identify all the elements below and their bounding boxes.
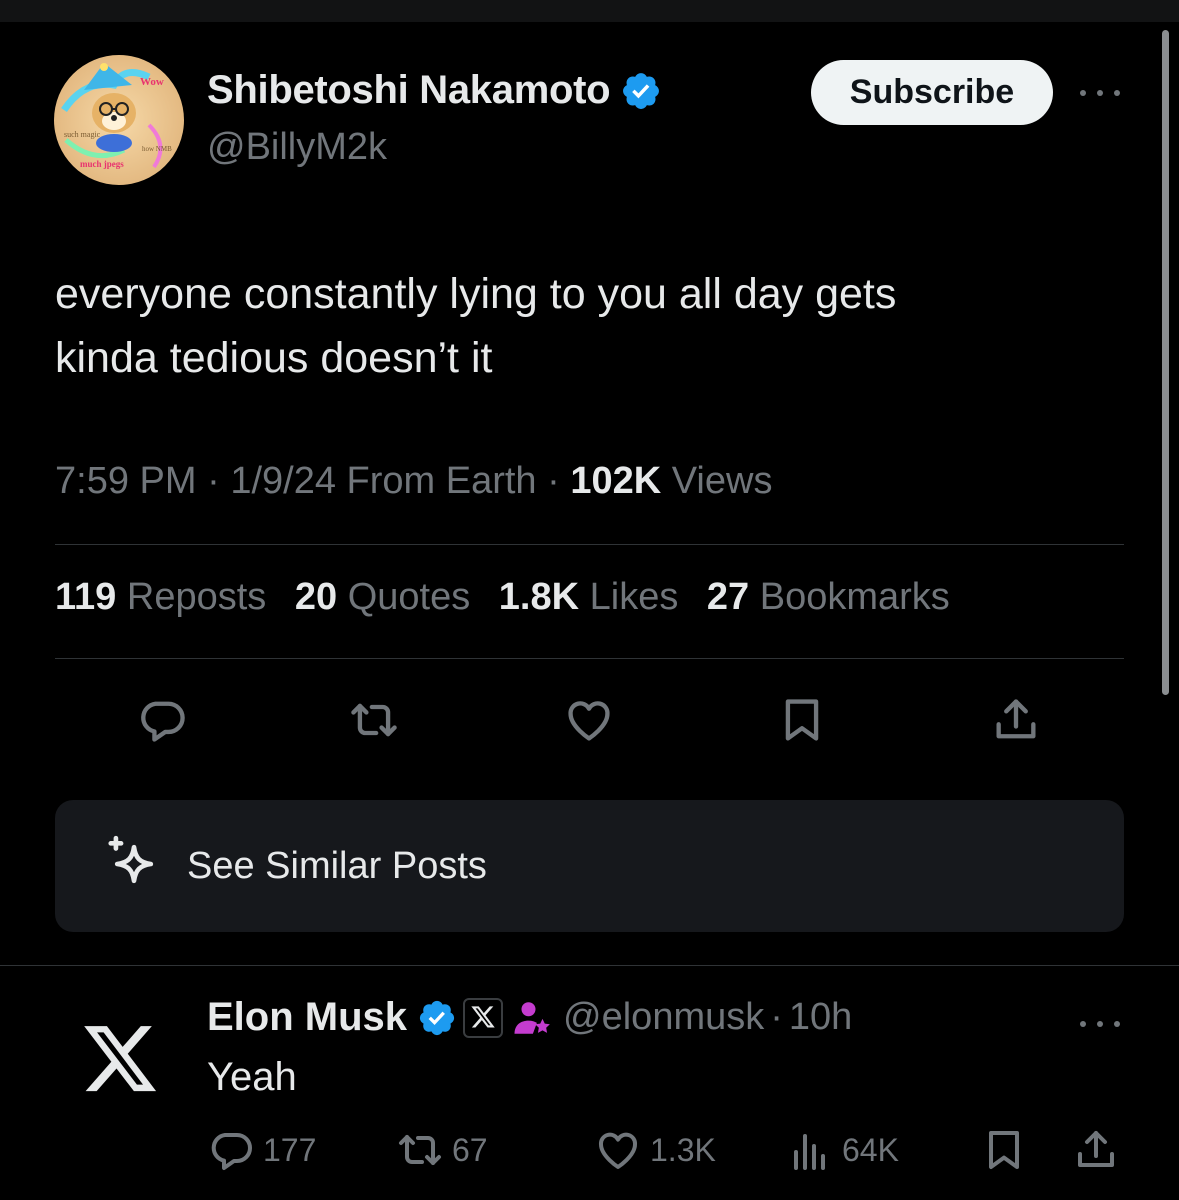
stat-quotes[interactable]: 20 Quotes [295, 576, 470, 618]
views-count: 64K [842, 1131, 899, 1168]
reply-reply-button[interactable]: 177 [207, 1124, 316, 1176]
stat-num: 1.8K [498, 576, 580, 618]
separator: · [770, 996, 783, 1038]
more-options-icon[interactable] [1080, 78, 1120, 108]
reply-author-row: Elon Musk @elonmusk · 10h [207, 995, 852, 1040]
tweet-source: From Earth [346, 460, 537, 502]
reply-like-button[interactable]: 1.3K [594, 1124, 716, 1176]
stat-num: 20 [294, 576, 338, 618]
reply-text: Yeah [207, 1055, 297, 1099]
sparkle-icon [108, 835, 154, 884]
stat-label: Reposts [126, 576, 267, 618]
share-icon [1078, 1131, 1114, 1167]
stat-label: Likes [589, 576, 679, 618]
like-count: 1.3K [650, 1131, 716, 1168]
more-options-icon[interactable] [1080, 1014, 1120, 1034]
avatar[interactable]: Wow such magic much jpegs how NMB [54, 55, 184, 185]
bookmark-icon[interactable] [776, 694, 828, 746]
avatar-caption: Wow [140, 76, 164, 88]
bookmark-icon [989, 1131, 1019, 1169]
dot [1080, 1021, 1086, 1027]
tweet-text-line: everyone constantly lying to you all day… [55, 270, 897, 318]
dot [1097, 1021, 1103, 1027]
repost-icon [399, 1135, 441, 1165]
repost-count: 67 [452, 1131, 488, 1168]
separator: · [547, 460, 571, 502]
views-label: Views [671, 460, 773, 502]
stat-bookmarks[interactable]: 27 Bookmarks [707, 576, 950, 618]
reply-bookmark-button[interactable] [980, 1124, 1028, 1176]
person-star-icon[interactable] [511, 997, 553, 1039]
separator: · [207, 460, 231, 502]
like-icon [599, 1132, 637, 1169]
reply-time[interactable]: 10h [789, 996, 852, 1039]
verified-badge-icon [623, 72, 660, 109]
reply-views-button[interactable]: 64K [786, 1124, 899, 1176]
reply-share-button[interactable] [1072, 1124, 1120, 1176]
reply-icon[interactable] [136, 694, 188, 746]
repost-icon[interactable] [348, 694, 400, 746]
tweet-meta: 7:59 PM · 1/9/24 From Earth · 102K Views [55, 460, 772, 503]
scrollbar[interactable] [1162, 30, 1169, 695]
stat-reposts[interactable]: 119 Reposts [55, 576, 266, 618]
views-icon [794, 1134, 825, 1170]
author-name[interactable]: Shibetoshi Nakamoto [207, 68, 611, 113]
dot [1114, 90, 1120, 96]
stat-num: 27 [706, 576, 750, 618]
tweet-time[interactable]: 7:59 PM [55, 460, 197, 502]
see-similar-posts-button[interactable]: See Similar Posts [55, 800, 1124, 932]
engagement-stats: 119 Reposts 20 Quotes 1.8K Likes 27 Book… [55, 576, 968, 619]
tweet-date[interactable]: 1/9/24 [230, 460, 336, 502]
divider [0, 965, 1179, 966]
see-similar-posts-label: See Similar Posts [187, 845, 487, 887]
dot [1080, 90, 1086, 96]
views-count: 102K [570, 460, 662, 502]
avatar-caption: such magic [64, 130, 101, 139]
stat-likes[interactable]: 1.8K Likes [499, 576, 679, 618]
divider [55, 544, 1124, 545]
dot [1097, 90, 1103, 96]
x-affiliate-badge-icon[interactable] [463, 997, 504, 1038]
share-icon[interactable] [990, 694, 1042, 746]
subscribe-button[interactable]: Subscribe [811, 60, 1053, 125]
avatar-caption: how NMB [142, 145, 172, 153]
dot [1114, 1021, 1120, 1027]
like-icon[interactable] [563, 694, 615, 746]
stat-label: Bookmarks [759, 576, 950, 618]
reply-repost-button[interactable]: 67 [396, 1124, 488, 1176]
status-bar [0, 0, 1179, 22]
reply-author-name[interactable]: Elon Musk [207, 995, 407, 1040]
stat-label: Quotes [347, 576, 471, 618]
reply-icon [211, 1133, 252, 1170]
author-row[interactable]: Shibetoshi Nakamoto [207, 68, 662, 113]
verified-badge-icon [419, 1000, 455, 1035]
reply-count: 177 [263, 1131, 317, 1168]
reply-author-handle[interactable]: @elonmusk [563, 996, 764, 1039]
author-handle[interactable]: @BillyM2k [207, 126, 387, 169]
tweet-text: everyone constantly lying to you all day… [55, 262, 1115, 390]
stat-num: 119 [55, 576, 117, 618]
tweet-text-line: kinda tedious doesn’t it [55, 334, 493, 382]
divider [55, 658, 1124, 659]
avatar-caption: much jpegs [80, 159, 124, 169]
x-logo-icon[interactable] [80, 1025, 160, 1099]
